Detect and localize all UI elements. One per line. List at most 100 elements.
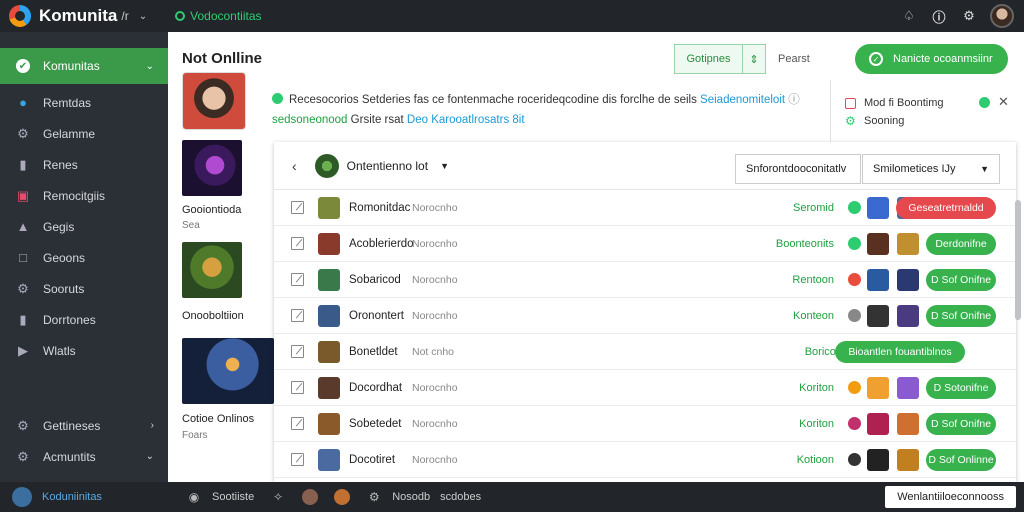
member-status: Konteon (793, 309, 834, 322)
people-icon: ● (19, 95, 27, 110)
bookmark-icon: ▮ (19, 156, 27, 172)
sidebar-item-wlatls[interactable]: ▶ Wlatls (0, 335, 168, 366)
sidebar-item-dorrtones[interactable]: ▮ Dorrtones (0, 304, 168, 335)
chevron-down-icon[interactable]: ▼ (440, 161, 449, 171)
sidebar-item-gegis[interactable]: ▲ Gegis (0, 211, 168, 242)
row-checkbox[interactable] (291, 273, 304, 286)
settings-icon[interactable]: ⚙ (960, 7, 978, 25)
footer-item[interactable]: scdobes (440, 491, 481, 503)
row-checkbox[interactable] (291, 417, 304, 430)
notification-bell-icon[interactable]: ♤ (900, 7, 918, 25)
user-avatar[interactable] (990, 4, 1014, 28)
filter-select-2-value: Smilometices IJy (873, 163, 956, 175)
primary-action-button[interactable]: ✓ Nanicte ocoanmsiinr (855, 44, 1008, 74)
sidebar-item-gettineses[interactable]: ⚙ Gettineses › (0, 410, 168, 441)
notice-link-1[interactable]: Seiadenomiteloit (700, 94, 785, 106)
notice-link-2[interactable]: Deo Karooatlrosatrs 8it (407, 114, 525, 126)
back-chevron-icon[interactable]: ‹ (292, 158, 297, 174)
status-dot-icon (848, 417, 861, 430)
game-icon[interactable] (897, 448, 919, 471)
online-action-button[interactable]: D Sof Onlinne (926, 448, 996, 471)
avatar-icon[interactable] (302, 489, 319, 505)
member-status: Kotioon (796, 453, 834, 466)
user-icon[interactable]: ◉ (186, 489, 202, 505)
sidebar-item-remtdas[interactable]: ● Remtdas (0, 87, 168, 118)
member-name: Docordhat (349, 381, 403, 394)
toggle-icon[interactable] (979, 96, 990, 108)
row-checkbox[interactable] (291, 309, 304, 322)
app-logo-icon[interactable] (9, 5, 31, 27)
table-row[interactable]: Bonetldet Not cnho Boricon Bioantlen fou… (274, 334, 1016, 370)
profile-avatar[interactable] (182, 72, 246, 130)
sidebar-item-komunitas[interactable]: ✔ Komunitas ⌄ (0, 48, 168, 84)
close-icon[interactable]: ✕ (998, 94, 1009, 110)
table-title: Ontentienno lot (346, 158, 429, 173)
sidebar-item-geoons[interactable]: □ Geoons (0, 242, 168, 273)
table-row[interactable]: Docordhat Norocnho Koriton D Sotonifne (274, 370, 1016, 406)
filter-select-1[interactable]: Snforontdooconitatlv (735, 154, 861, 184)
table-row[interactable]: Sobaricod Norocnho Rentoon D Sof Onifne (274, 262, 1016, 298)
game-icon[interactable] (897, 268, 919, 291)
online-action-button[interactable]: D Sotonifne (926, 376, 996, 399)
top-bar: Komunita /r ⌄ Vodocontiitas ♤ ⓘ ⚙ (0, 0, 1024, 32)
game-icon[interactable] (897, 412, 919, 435)
table-row[interactable]: Sobetedet Norocnho Koriton D Sof Onifne (274, 406, 1016, 442)
game-icon[interactable] (867, 376, 889, 399)
online-action-button[interactable]: Bioantlen fouantiblnos (835, 340, 965, 363)
table-row[interactable]: Romonitdac Norocnho Seromid Geseatretrna… (274, 190, 1016, 226)
row-checkbox[interactable] (291, 201, 304, 214)
share-icon[interactable]: ✧ (270, 489, 286, 505)
sidebar-item-acmuntits[interactable]: ⚙ Acmuntits ⌄ (0, 441, 168, 472)
scrollbar[interactable] (1015, 200, 1021, 320)
gear-icon: ⚙ (17, 125, 29, 141)
game-thumbnail-1[interactable] (182, 140, 242, 196)
table-row[interactable]: Acoblerierdo Norocnho Boonteonits Derdon… (274, 226, 1016, 262)
sidebar-item-label: Sooruts (43, 281, 85, 296)
report-link[interactable]: Pearst (778, 53, 810, 65)
community-footer-link[interactable]: Koduniinitas (0, 487, 168, 507)
member-avatar (318, 376, 340, 399)
avatar-icon[interactable] (334, 489, 351, 505)
game-icon[interactable] (867, 304, 889, 327)
game-icon[interactable] (867, 268, 889, 291)
status-dot-icon (848, 201, 861, 214)
online-action-button[interactable]: Derdonifne (926, 232, 996, 255)
help-icon[interactable]: ⓘ (930, 7, 948, 25)
online-action-button[interactable]: D Sof Onifne (926, 412, 996, 435)
app-menu-chevron-icon[interactable]: ⌄ (139, 11, 147, 22)
game-icon[interactable] (867, 232, 889, 255)
sidebar-item-gelamme[interactable]: ⚙ Gelamme (0, 118, 168, 149)
game-icon[interactable] (897, 304, 919, 327)
gear-icon[interactable]: ⚙ (366, 489, 382, 505)
game-thumbnail-3[interactable] (182, 338, 274, 404)
footer-item[interactable]: Nosodb (392, 491, 430, 503)
row-checkbox[interactable] (291, 381, 304, 394)
game-icon[interactable] (897, 376, 919, 399)
game-icon[interactable] (897, 232, 919, 255)
member-status: Rentoon (792, 273, 834, 286)
row-checkbox[interactable] (291, 237, 304, 250)
sidebar-item-sooruts[interactable]: ⚙ Sooruts (0, 273, 168, 304)
table-row[interactable]: Oronontert Norocnho Konteon D Sof Onifne (274, 298, 1016, 334)
table-row[interactable]: Docotiret Norocnho Kotioon D Sof Onlinne (274, 442, 1016, 478)
sidebar: ✔ Komunitas ⌄ ● Remtdas ⚙ Gelamme ▮ Rene… (0, 32, 168, 482)
filter-select-2[interactable]: Smilometices IJy ▼ (862, 154, 1000, 184)
chevron-right-icon: › (150, 420, 154, 431)
game-icon[interactable] (867, 196, 889, 219)
game-icon[interactable] (867, 448, 889, 471)
online-indicator: Vodocontiitas (175, 9, 262, 23)
remove-button[interactable]: Geseatretrnaldd (896, 196, 996, 219)
game-icon[interactable] (867, 412, 889, 435)
row-checkbox[interactable] (291, 453, 304, 466)
sidebar-item-remocitgiis[interactable]: ▣ Remocitgiis (0, 180, 168, 211)
row-checkbox[interactable] (291, 345, 304, 358)
info-icon[interactable]: ⓘ (788, 94, 800, 106)
online-action-button[interactable]: D Sof Onifne (926, 268, 996, 291)
options-dropdown-button[interactable]: Gotipnes ⇕ (674, 44, 766, 74)
sooning-row[interactable]: ⚙ Sooning (845, 112, 1024, 130)
game-thumbnail-2[interactable] (182, 242, 242, 298)
footer-item[interactable]: Sootiiste (212, 491, 254, 503)
bottom-bar: Koduniinitas ◉ Sootiiste ✧ ⚙ Nosodb scdo… (0, 482, 1024, 512)
sidebar-item-renes[interactable]: ▮ Renes (0, 149, 168, 180)
online-action-button[interactable]: D Sof Onifne (926, 304, 996, 327)
